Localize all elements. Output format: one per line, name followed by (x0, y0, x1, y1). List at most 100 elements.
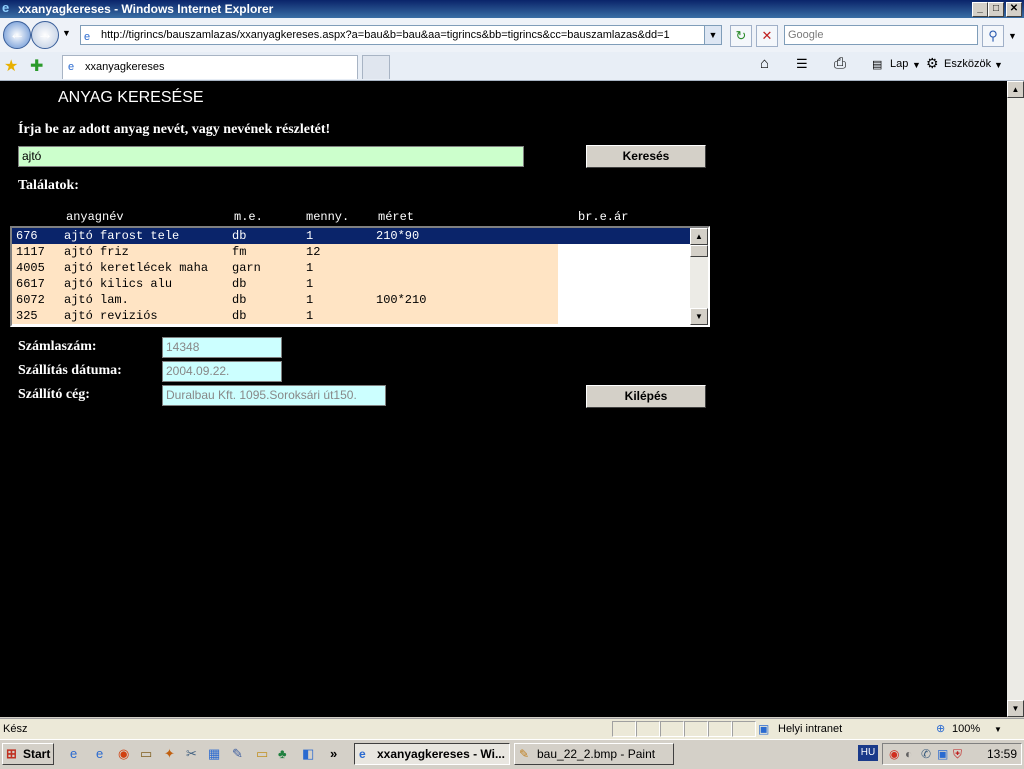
supplier-field[interactable]: Duralbau Kft. 1095.Soroksári út150. (162, 385, 386, 406)
results-label: Találatok: (18, 178, 79, 193)
zoom-level[interactable]: 100% (952, 723, 980, 735)
search-options-icon[interactable]: ▼ (1008, 31, 1017, 41)
back-button[interactable]: ← (3, 21, 31, 49)
material-search-input[interactable]: ajtó (18, 146, 524, 167)
page-icon: e (84, 31, 91, 43)
status-text: Kész (3, 723, 28, 735)
window-title: xxanyagkereses - Windows Internet Explor… (18, 2, 274, 16)
tray-display-icon[interactable]: ▣ (937, 747, 948, 761)
tab-page-icon: e (68, 61, 75, 73)
quicklaunch-display-icon[interactable]: ▦ (208, 746, 220, 762)
column-header-qty: menny. (306, 210, 350, 224)
invoice-number-label: Számlaszám: (18, 339, 97, 354)
taskbar-item-ie[interactable]: e xxanyagkereses - Wi... (354, 743, 510, 765)
column-header-name: anyagnév (66, 210, 124, 224)
taskbar: ⊞ Start e e ◉ ▭ ✦ ✂ ▦ ✎ ▭ ♣ ◧ » e xxanya… (0, 739, 1024, 769)
minimize-button[interactable]: _ (972, 2, 988, 17)
forward-button[interactable]: → (31, 21, 59, 49)
delivery-date-field[interactable]: 2004.09.22. (162, 361, 282, 382)
address-dropdown-icon[interactable]: ▼ (704, 26, 721, 44)
quicklaunch-tools-icon[interactable]: ✂ (186, 746, 197, 762)
page-scroll-up-icon[interactable]: ▲ (1007, 81, 1024, 98)
home-icon[interactable]: ⌂ (760, 55, 769, 72)
quicklaunch-chrome-icon[interactable]: ◉ (118, 746, 129, 762)
quicklaunch-explorer-icon[interactable]: ▭ (256, 746, 268, 762)
column-header-unit: m.e. (234, 210, 263, 224)
scroll-down-icon[interactable]: ▼ (690, 308, 708, 325)
scroll-thumb[interactable] (690, 245, 708, 257)
gear-icon: ⚙ (926, 55, 939, 71)
new-tab-button[interactable] (362, 55, 390, 79)
tray-shield-icon[interactable]: ⛨ (953, 747, 962, 762)
page-title: ANYAG KERESÉSE (58, 89, 204, 106)
quicklaunch-folder-icon[interactable]: ▭ (140, 746, 152, 762)
system-tray: ◉ ◐ ✆ ▣ ⛨ 13:59 (882, 743, 1022, 765)
column-header-price: br.e.ár (578, 210, 629, 224)
address-bar[interactable]: e http://tigrincs/bauszamlazas/xxanyagke… (80, 25, 722, 45)
quicklaunch-ie-icon[interactable]: e (70, 746, 77, 761)
feeds-icon[interactable]: ☰ (796, 56, 808, 72)
zoom-dropdown-icon[interactable]: ▼ (994, 725, 1002, 734)
tab-xxanyagkereses[interactable]: e xxanyagkereses (62, 55, 358, 79)
close-button[interactable]: ✕ (1006, 2, 1022, 17)
windows-logo-icon: ⊞ (6, 746, 17, 761)
results-listbox[interactable]: 676 ajtó farost tele db 1 210*90 1117 ajtó fr… (10, 226, 710, 327)
maximize-button[interactable]: □ (988, 2, 1004, 17)
print-icon[interactable]: ⎙ (834, 55, 846, 72)
listbox-scrollbar[interactable]: ▲ ▼ (690, 228, 708, 325)
page-content: ANYAG KERESÉSE Írja be az adott anyag ne… (0, 81, 1007, 717)
address-url: http://tigrincs/bauszamlazas/xxanyagkere… (101, 29, 670, 41)
quicklaunch-media-icon[interactable]: ◧ (302, 746, 314, 762)
list-item[interactable]: 6617 ajtó kilics alu db 1 (12, 276, 558, 292)
list-item[interactable]: 4005 ajtó keretlécek maha garn 1 (12, 260, 558, 276)
ie-icon: e (359, 747, 366, 761)
window-title-bar[interactable]: e xxanyagkereses - Windows Internet Expl… (0, 0, 1024, 18)
page-menu[interactable]: Lap (890, 58, 908, 70)
page-scroll-down-icon[interactable]: ▼ (1007, 700, 1024, 717)
page-scrollbar[interactable]: ▲ ▼ (1007, 81, 1024, 717)
language-indicator[interactable]: HU (858, 745, 878, 761)
search-go-button[interactable]: ⚲ (982, 25, 1004, 47)
list-item[interactable]: 325 ajtó reviziós db 1 (12, 308, 558, 324)
paint-icon: ✎ (519, 747, 530, 761)
quicklaunch-ie2-icon[interactable]: e (96, 746, 103, 761)
tab-title: xxanyagkereses (85, 61, 165, 73)
supplier-label: Szállító cég: (18, 387, 90, 402)
history-dropdown-icon[interactable]: ▼ (62, 28, 71, 38)
exit-button[interactable]: Kilépés (586, 385, 706, 408)
ie-icon: e (2, 0, 10, 15)
tray-network-icon[interactable]: ✆ (921, 747, 931, 761)
zoom-icon: ⊕ (936, 723, 946, 735)
column-header-size: méret (378, 210, 415, 224)
list-item[interactable]: 6072 ajtó lam. db 1 100*210 (12, 292, 558, 308)
clock[interactable]: 13:59 (987, 747, 1017, 761)
page-menu-arrow-icon: ▼ (912, 60, 921, 70)
start-button[interactable]: ⊞ Start (2, 743, 54, 765)
refresh-button[interactable]: ↻ (730, 25, 752, 47)
search-prompt: Írja be az adott anyag nevét, vagy nevén… (18, 122, 331, 137)
security-zone[interactable]: Helyi intranet (778, 723, 842, 735)
search-button[interactable]: Keresés (586, 145, 706, 168)
favorites-star-icon[interactable]: ★ (4, 56, 18, 76)
tab-bar: ★ ✚ e xxanyagkereses ⌂ ☰ ⎙ ▤ Lap ▼ ⚙ Esz… (0, 52, 1024, 81)
navigation-bar: ← → ▼ e http://tigrincs/bauszamlazas/xxa… (0, 18, 1024, 53)
list-item[interactable]: 1117 ajtó friz fm 12 (12, 244, 558, 260)
invoice-number-field[interactable]: 14348 (162, 337, 282, 358)
list-item[interactable]: 676 ajtó farost tele db 1 210*90 (12, 228, 690, 244)
stop-button[interactable]: ✕ (756, 25, 778, 47)
add-favorite-icon[interactable]: ✚ (30, 56, 43, 76)
quicklaunch-network-icon[interactable]: ♣ (278, 746, 287, 761)
tools-menu[interactable]: Eszközök (944, 58, 991, 70)
scroll-up-icon[interactable]: ▲ (690, 228, 708, 245)
quicklaunch-more-icon[interactable]: » (330, 746, 337, 761)
tools-menu-arrow-icon: ▼ (994, 60, 1003, 70)
quicklaunch-pen-icon[interactable]: ✎ (232, 746, 243, 762)
quicklaunch-app-icon[interactable]: ✦ (164, 746, 175, 762)
tray-antivirus-icon[interactable]: ◉ (889, 747, 899, 761)
search-input[interactable]: Google (784, 25, 978, 45)
page-menu-icon: ▤ (872, 59, 883, 71)
taskbar-item-paint[interactable]: ✎ bau_22_2.bmp - Paint (514, 743, 674, 765)
delivery-date-label: Szállítás dátuma: (18, 363, 122, 378)
tray-update-icon[interactable]: ◐ (905, 747, 912, 761)
status-bar: Kész ▣ Helyi intranet ⊕ 100% ▼ (0, 718, 1024, 740)
